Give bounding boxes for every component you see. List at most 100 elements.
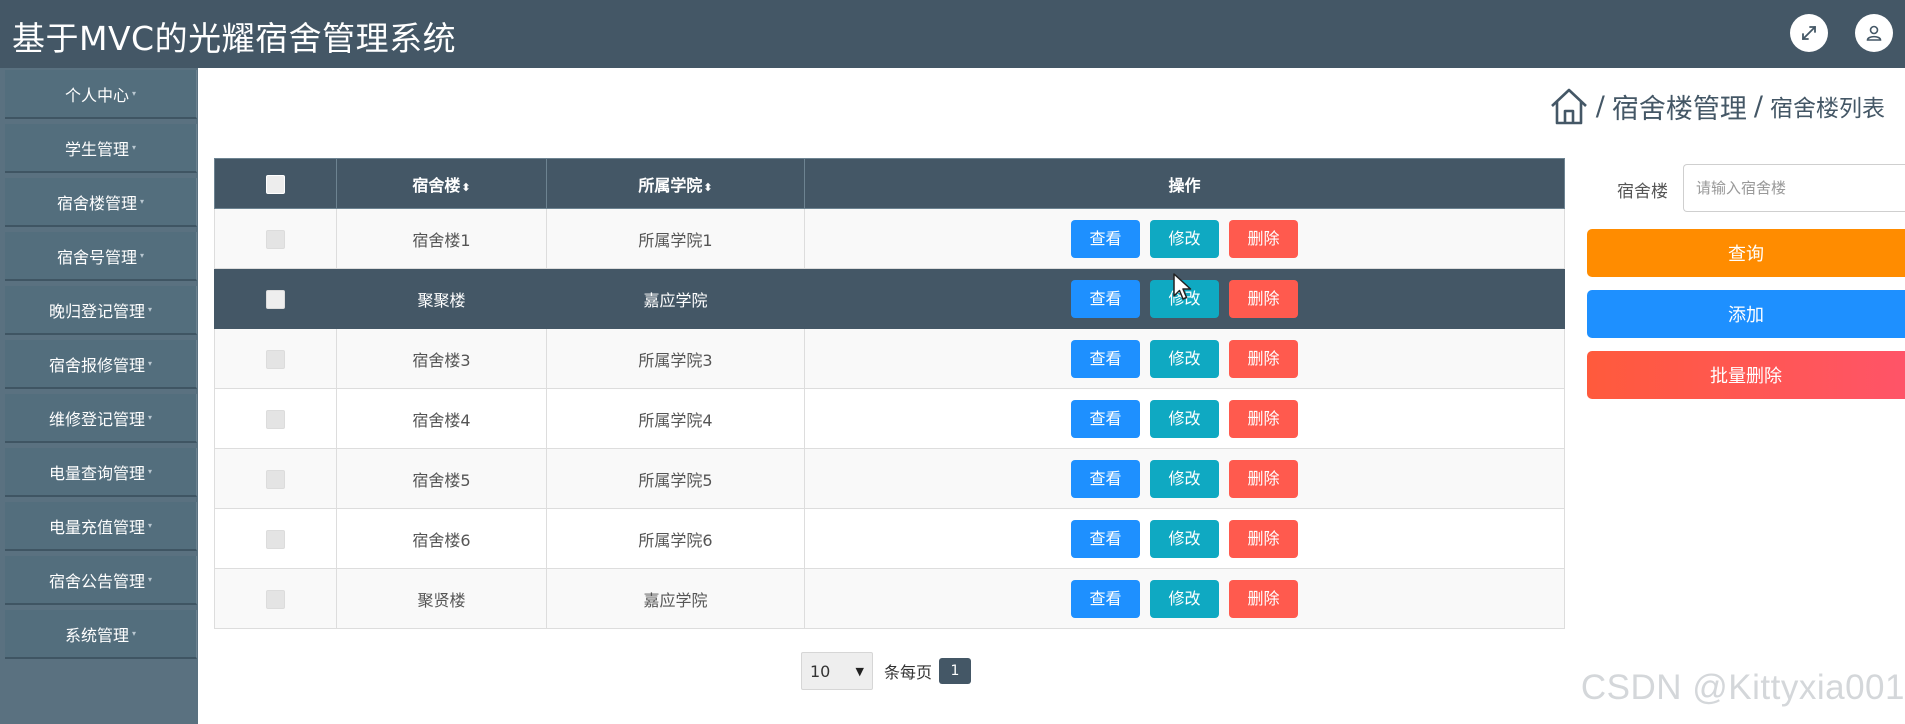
fullscreen-button[interactable] [1790, 14, 1828, 52]
row-checkbox-cell[interactable] [214, 508, 337, 569]
delete-button[interactable]: 删除 [1229, 579, 1298, 618]
view-button[interactable]: 查看 [1071, 519, 1140, 558]
row-checkbox-cell[interactable] [214, 328, 337, 389]
page-size-select[interactable]: 10 ▼ [801, 652, 873, 690]
row-checkbox[interactable] [266, 469, 285, 489]
sidebar-item-power-query[interactable]: 电量查询管理 ▾ [5, 448, 197, 497]
table-row[interactable]: 宿舍楼1 所属学院1 查看 修改 删除 [214, 208, 1565, 269]
sidebar-item-buildings[interactable]: 宿舍楼管理 ▾ [5, 178, 197, 227]
sidebar-item-label: 宿舍公告管理 [48, 571, 145, 591]
edit-button[interactable]: 修改 [1150, 399, 1219, 438]
view-button[interactable]: 查看 [1071, 279, 1140, 318]
view-button[interactable]: 查看 [1071, 339, 1140, 378]
batch-delete-button[interactable]: 批量删除 [1587, 351, 1905, 399]
search-input[interactable] [1683, 164, 1905, 212]
sidebar-item-rooms[interactable]: 宿舍号管理 ▾ [5, 232, 197, 281]
row-checkbox-cell[interactable] [214, 568, 337, 629]
caret-down-icon: ▾ [148, 413, 153, 422]
home-icon[interactable] [1549, 86, 1589, 126]
caret-down-icon: ▾ [148, 359, 153, 368]
row-checkbox[interactable] [266, 589, 285, 609]
view-button[interactable]: 查看 [1071, 579, 1140, 618]
table-row[interactable]: 聚贤楼 嘉应学院 查看 修改 删除 [214, 568, 1565, 629]
sidebar-item-late-return[interactable]: 晚归登记管理 ▾ [5, 286, 197, 335]
query-button[interactable]: 查询 [1587, 229, 1905, 277]
header-select-all[interactable] [214, 158, 337, 209]
sidebar-item-power-recharge[interactable]: 电量充值管理 ▾ [5, 502, 197, 551]
sidebar-item-label: 学生管理 [64, 139, 129, 159]
view-button[interactable]: 查看 [1071, 219, 1140, 258]
column-header-college[interactable]: 所属学院⬍ [546, 158, 805, 209]
breadcrumb-separator: / [1595, 90, 1605, 122]
row-checkbox[interactable] [266, 409, 285, 429]
column-header-building[interactable]: 宿舍楼⬍ [336, 158, 547, 209]
sidebar-item-maintenance[interactable]: 维修登记管理 ▾ [5, 394, 197, 443]
per-page-label: 条每页 [884, 663, 933, 682]
cell-actions: 查看修改删除 [804, 508, 1565, 569]
table-row[interactable]: 聚聚楼 嘉应学院 查看修改删除 [214, 268, 1565, 329]
search-label: 宿舍楼 [1617, 182, 1668, 202]
cell-building: 宿舍楼5 [336, 448, 547, 509]
row-checkbox[interactable] [266, 229, 285, 249]
breadcrumb-section[interactable]: 宿舍楼管理 [1612, 87, 1747, 126]
delete-button[interactable]: 删除 [1229, 339, 1298, 378]
row-checkbox-cell[interactable] [214, 208, 337, 269]
caret-down-icon: ▾ [148, 467, 153, 476]
caret-down-icon: ▾ [140, 251, 145, 260]
sidebar-item-repair-requests[interactable]: 宿舍报修管理 ▾ [5, 340, 197, 389]
edit-button[interactable]: 修改 [1150, 219, 1219, 258]
row-checkbox[interactable] [266, 529, 285, 549]
view-button[interactable]: 查看 [1071, 459, 1140, 498]
cell-college: 所属学院6 [546, 508, 805, 569]
sidebar-item-label: 宿舍号管理 [56, 247, 137, 267]
sort-icon[interactable]: ⬍ [461, 181, 470, 194]
cell-college: 所属学院5 [546, 448, 805, 509]
table-row[interactable]: 宿舍楼5 所属学院5 查看 修改 删除 [214, 448, 1565, 509]
cell-actions: 查看修改删除 [804, 328, 1565, 389]
cell-college: 所属学院3 [546, 328, 805, 389]
edit-button[interactable]: 修改 [1150, 339, 1219, 378]
table-row[interactable]: 宿舍楼3 所属学院3 查看 修改 删除 [214, 328, 1565, 389]
add-button[interactable]: 添加 [1587, 290, 1905, 338]
row-checkbox[interactable] [266, 289, 285, 309]
edit-button[interactable]: 修改 [1150, 519, 1219, 558]
sidebar-item-personal-center[interactable]: 个人中心 ▾ [5, 70, 197, 119]
sidebar-item-label: 宿舍报修管理 [48, 355, 145, 375]
delete-button[interactable]: 删除 [1229, 519, 1298, 558]
caret-down-icon: ▾ [132, 89, 137, 98]
select-all-checkbox[interactable] [266, 174, 285, 194]
table-row[interactable]: 宿舍楼4 所属学院4 查看 修改 删除 [214, 388, 1565, 449]
cell-college: 嘉应学院 [546, 568, 805, 629]
page-number-current[interactable]: 1 [939, 658, 972, 684]
sidebar-item-system[interactable]: 系统管理 ▾ [5, 610, 197, 659]
table-header-row: 宿舍楼⬍ 所属学院⬍ 操作 [214, 158, 1565, 209]
caret-down-icon: ▾ [148, 575, 153, 584]
caret-down-icon: ▾ [140, 197, 145, 206]
sidebar-item-students[interactable]: 学生管理 ▾ [5, 124, 197, 173]
cell-building: 聚贤楼 [336, 568, 547, 629]
view-button[interactable]: 查看 [1071, 399, 1140, 438]
cell-college: 嘉应学院 [546, 268, 805, 329]
cell-college: 所属学院4 [546, 388, 805, 449]
row-checkbox-cell[interactable] [214, 388, 337, 449]
delete-button[interactable]: 删除 [1229, 279, 1298, 318]
user-menu-button[interactable] [1855, 14, 1893, 52]
breadcrumb-separator: / [1753, 90, 1763, 122]
delete-button[interactable]: 删除 [1229, 219, 1298, 258]
cell-actions: 查看修改删除 [804, 568, 1565, 629]
sidebar-item-announcements[interactable]: 宿舍公告管理 ▾ [5, 556, 197, 605]
table-row[interactable]: 宿舍楼6 所属学院6 查看 修改 删除 [214, 508, 1565, 569]
edit-button[interactable]: 修改 [1150, 459, 1219, 498]
dropdown-arrow-icon: ▼ [855, 664, 864, 678]
edit-button[interactable]: 修改 [1150, 579, 1219, 618]
caret-down-icon: ▾ [132, 629, 137, 638]
row-checkbox[interactable] [266, 349, 285, 369]
sidebar-item-label: 电量充值管理 [48, 517, 145, 537]
caret-down-icon: ▾ [132, 143, 137, 152]
row-checkbox-cell[interactable] [214, 268, 337, 329]
sidebar-item-label: 晚归登记管理 [48, 301, 145, 321]
row-checkbox-cell[interactable] [214, 448, 337, 509]
delete-button[interactable]: 删除 [1229, 399, 1298, 438]
sort-icon[interactable]: ⬍ [703, 181, 712, 194]
delete-button[interactable]: 删除 [1229, 459, 1298, 498]
